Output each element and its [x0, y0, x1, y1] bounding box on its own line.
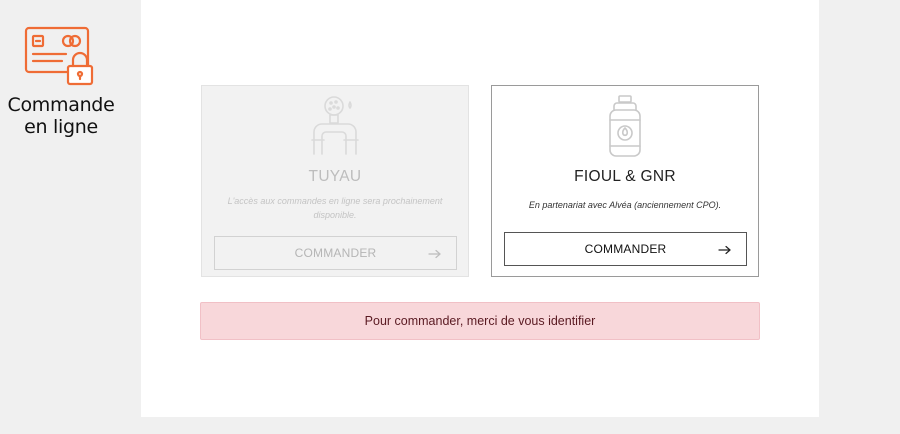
card-title: FIOUL & GNR — [574, 168, 676, 185]
main-panel: TUYAU L'accès aux commandes en ligne ser… — [141, 0, 819, 417]
card-fioul-gnr: FIOUL & GNR En partenariat avec Alvéa (a… — [491, 85, 759, 277]
card-tuyau: TUYAU L'accès aux commandes en ligne ser… — [201, 85, 469, 277]
page: Commande en ligne TUYAU L'accès aux comm… — [0, 0, 900, 434]
arrow-right-icon — [718, 244, 732, 255]
online-order-label[interactable]: Commande en ligne — [0, 94, 122, 138]
left-rail: Commande en ligne — [0, 0, 141, 434]
card-description: En partenariat avec Alvéa (anciennement … — [528, 200, 722, 210]
pipe-water-icon — [300, 92, 370, 158]
arrow-right-icon — [428, 248, 442, 259]
button-label: COMMANDER — [294, 246, 377, 260]
alert-text: Pour commander, merci de vous identifier — [364, 314, 596, 328]
commander-button-disabled[interactable]: COMMANDER — [214, 236, 457, 270]
button-label: COMMANDER — [584, 242, 667, 256]
rail-label-line1: Commande — [7, 94, 115, 116]
gas-bottle-icon — [590, 92, 660, 158]
login-required-alert: Pour commander, merci de vous identifier — [200, 302, 760, 340]
card-description: L'accès aux commandes en ligne sera proc… — [227, 196, 443, 220]
rail-label-line2: en ligne — [24, 116, 98, 138]
commander-button[interactable]: COMMANDER — [504, 232, 747, 266]
credit-card-lock-icon[interactable] — [24, 26, 96, 86]
card-title: TUYAU — [308, 168, 362, 185]
